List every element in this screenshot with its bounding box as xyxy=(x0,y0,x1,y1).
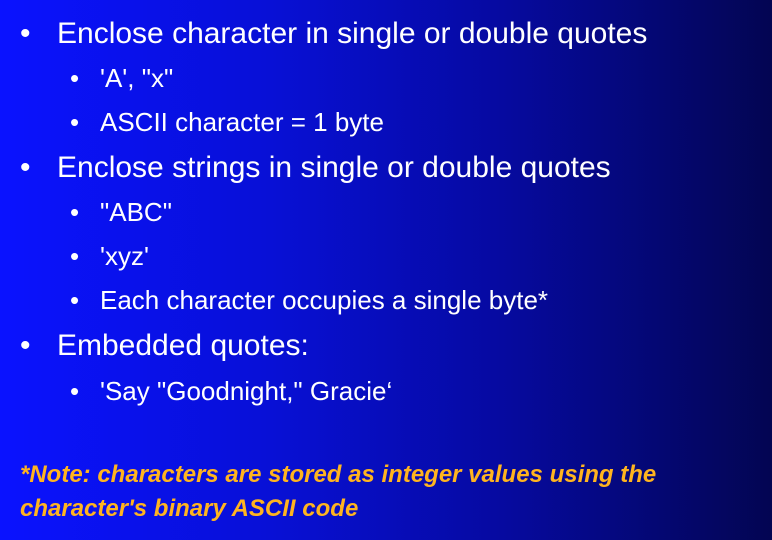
bullet-text: Enclose character in single or double qu… xyxy=(57,17,648,50)
bullet-icon: • xyxy=(20,329,31,362)
bullet-text: 'Say "Goodnight," Gracie‘ xyxy=(100,376,393,406)
bullet-text: Embedded quotes: xyxy=(57,329,309,362)
bullet-icon: • xyxy=(70,285,80,315)
bullet-text: 'xyz' xyxy=(100,241,149,271)
bullet-text: 'A', "x" xyxy=(100,63,174,93)
footnote: *Note: characters are stored as integer … xyxy=(20,461,657,522)
bullet-icon: • xyxy=(70,63,80,93)
bullet-text: "ABC" xyxy=(100,197,172,227)
bullet-icon: • xyxy=(70,197,80,227)
bullet-text: Enclose strings in single or double quot… xyxy=(57,151,611,184)
slide: • Enclose character in single or double … xyxy=(0,0,772,540)
bullet-text: Each character occupies a single byte* xyxy=(100,285,549,315)
bullet-text: ASCII character = 1 byte xyxy=(100,107,384,137)
bullet-icon: • xyxy=(70,376,80,406)
bullet-icon: • xyxy=(20,151,31,184)
bullet-icon: • xyxy=(70,241,80,271)
bullet-icon: • xyxy=(20,17,31,50)
bullet-icon: • xyxy=(70,107,80,137)
